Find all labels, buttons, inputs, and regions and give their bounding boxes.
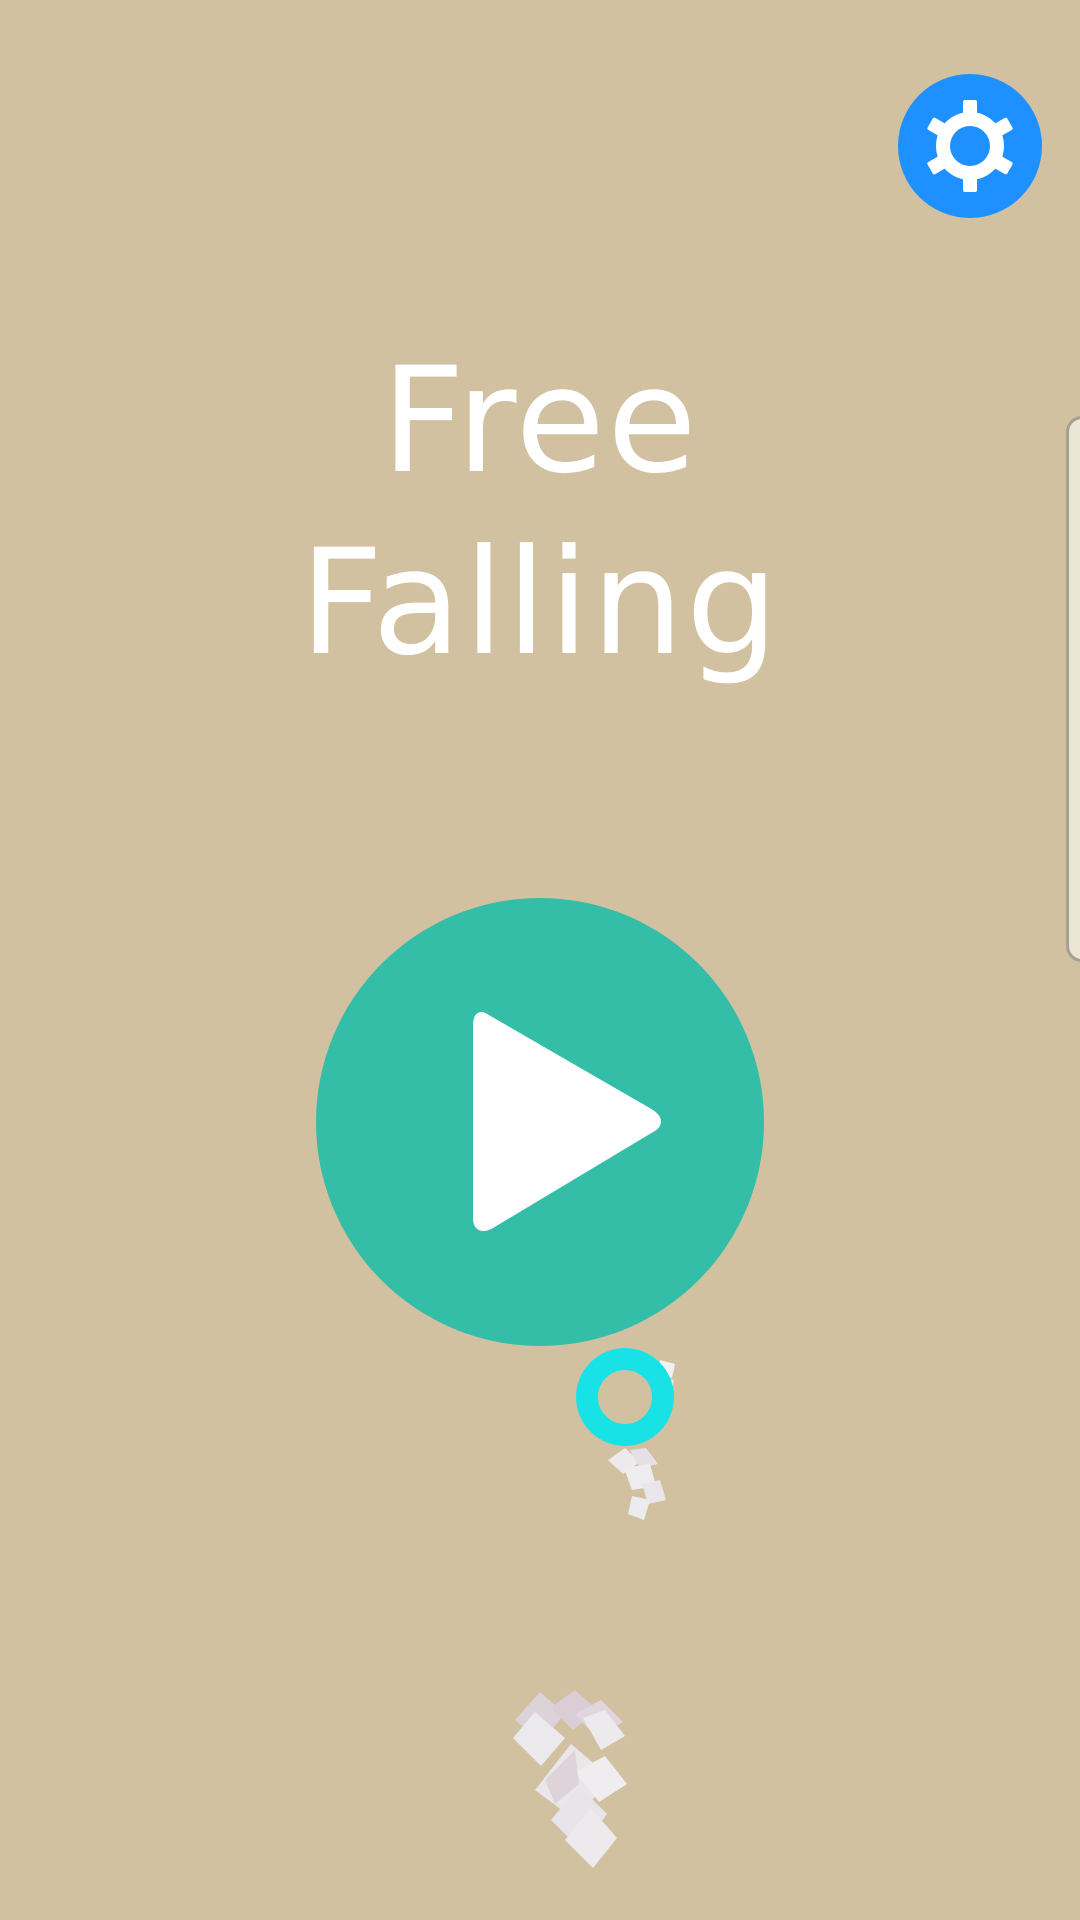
gear-icon: [927, 100, 1013, 192]
side-panel-handle[interactable]: [1066, 416, 1080, 962]
title-line-1: Free: [381, 336, 699, 506]
game-screen: Free Falling: [0, 0, 1080, 1920]
settings-button[interactable]: [898, 74, 1042, 218]
player-ring: [576, 1348, 675, 1520]
game-title: Free Falling: [0, 330, 1080, 694]
play-icon: [473, 1012, 661, 1231]
title-line-2: Falling: [299, 518, 781, 688]
falling-blocks-large: [513, 1690, 627, 1868]
play-button[interactable]: [316, 898, 764, 1346]
